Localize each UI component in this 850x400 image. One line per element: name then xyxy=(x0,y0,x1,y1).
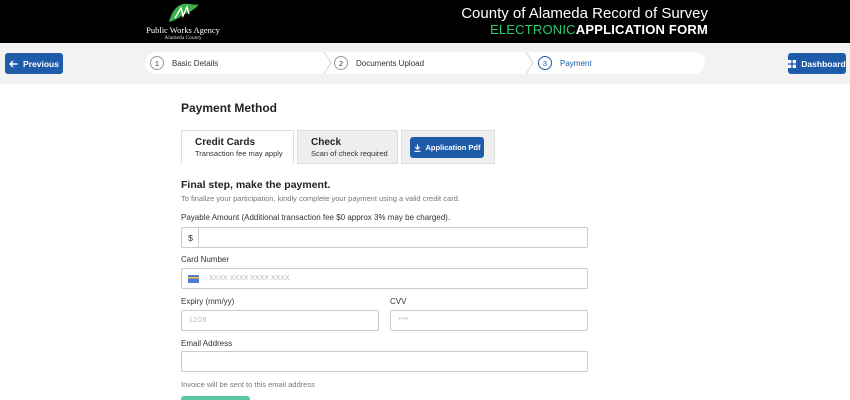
step-documents-upload[interactable]: 2 Documents Upload xyxy=(334,52,424,74)
step-divider-icon xyxy=(323,52,332,74)
step-basic-details[interactable]: 1 Basic Details xyxy=(150,52,218,74)
step-payment[interactable]: 3 Payment xyxy=(538,52,592,74)
currency-symbol: $ xyxy=(181,227,199,248)
step-number: 3 xyxy=(538,56,552,70)
step-number: 2 xyxy=(334,56,348,70)
step-heading: Final step, make the payment. xyxy=(181,179,331,191)
page-title: Payment Method xyxy=(181,101,278,115)
progress-steps: 1 Basic Details 2 Documents Upload 3 Pay… xyxy=(145,52,705,74)
step-label: Documents Upload xyxy=(356,58,425,68)
card-number-label: Card Number xyxy=(181,255,230,264)
grid-icon xyxy=(788,59,797,68)
expiry-input[interactable]: 12/26 xyxy=(181,310,379,331)
credit-card-icon xyxy=(188,275,199,283)
tab-subtitle: Scan of check required xyxy=(311,149,388,158)
tab-credit-cards[interactable]: Credit Cards Transaction fee may apply xyxy=(181,130,294,164)
tab-title: Check xyxy=(311,137,342,148)
download-icon xyxy=(414,144,420,152)
previous-button[interactable]: Previous xyxy=(5,53,63,74)
email-label: Email Address xyxy=(181,339,233,348)
card-number-placeholder: XXXX XXXX XXXX XXXX xyxy=(209,275,290,282)
tab-title: Credit Cards xyxy=(195,137,256,148)
application-pdf-button[interactable]: Application Pdf xyxy=(410,137,484,158)
previous-button-label: Previous xyxy=(23,58,59,69)
pwa-logo-icon xyxy=(169,3,199,22)
amount-label: Payable Amount (Additional transaction f… xyxy=(181,213,451,222)
step-divider-icon xyxy=(525,52,534,74)
logo-name-text: Public Works Agency xyxy=(146,25,220,35)
pdf-tab-container: Application Pdf xyxy=(401,130,495,164)
email-hint: Invoice will be sent to this email addre… xyxy=(181,380,315,389)
step-nav-bar: Previous 1 Basic Details 2 Documents Upl… xyxy=(0,43,850,84)
step-label: Payment xyxy=(560,58,592,68)
logo-sub-text: Alameda County xyxy=(164,35,202,41)
cvv-input[interactable]: **** xyxy=(390,310,588,331)
expiry-label: Expiry (mm/yy) xyxy=(181,297,235,306)
pay-button[interactable] xyxy=(181,396,250,400)
agency-logo: Public Works Agency Alameda County xyxy=(143,2,223,42)
tab-check[interactable]: Check Scan of check required xyxy=(297,130,398,164)
header-subtitle: ELECTRONICAPPLICATION FORM xyxy=(490,22,708,37)
amount-input[interactable] xyxy=(198,227,588,248)
step-description: To finalize your participation, kindly c… xyxy=(181,194,460,203)
email-input[interactable] xyxy=(181,351,588,372)
step-label: Basic Details xyxy=(172,58,219,68)
app-header: Public Works Agency Alameda County Count… xyxy=(0,0,850,43)
dashboard-button[interactable]: Dashboard xyxy=(788,53,846,74)
step-number: 1 xyxy=(150,56,164,70)
card-number-input[interactable]: XXXX XXXX XXXX XXXX xyxy=(181,268,588,289)
arrow-left-icon xyxy=(9,60,18,67)
tab-subtitle: Transaction fee may apply xyxy=(195,149,283,158)
header-title: County of Alameda Record of Survey xyxy=(461,5,708,22)
cvv-label: CVV xyxy=(390,297,407,306)
dashboard-button-label: Dashboard xyxy=(801,58,846,69)
header-subtitle-form: APPLICATION FORM xyxy=(575,22,708,37)
header-subtitle-electronic: ELECTRONIC xyxy=(489,22,576,37)
application-pdf-label: Application Pdf xyxy=(425,143,481,152)
